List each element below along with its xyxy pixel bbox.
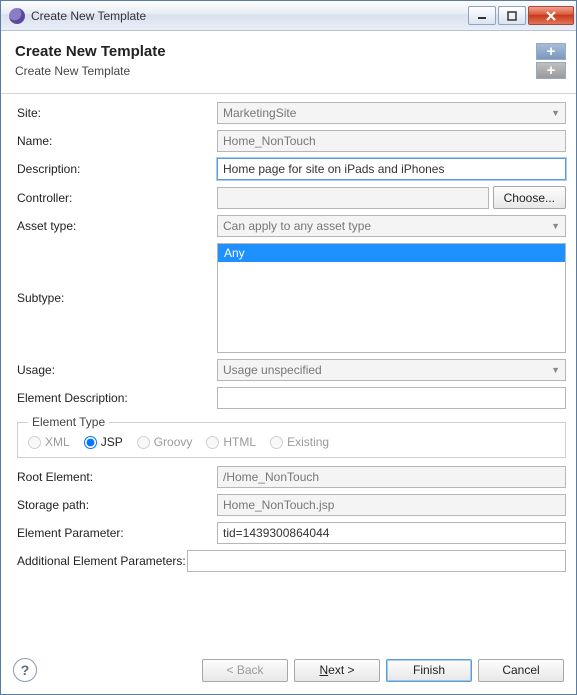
titlebar[interactable]: Create New Template bbox=[1, 1, 576, 31]
chevron-down-icon: ▼ bbox=[551, 221, 560, 231]
name-label: Name: bbox=[17, 134, 217, 148]
additional-params-label: Additional Element Parameters: bbox=[17, 554, 187, 568]
root-element-field[interactable] bbox=[217, 466, 566, 488]
element-parameter-field[interactable] bbox=[217, 522, 566, 544]
cancel-button[interactable]: Cancel bbox=[478, 659, 564, 682]
storage-path-label: Storage path: bbox=[17, 498, 217, 512]
radio-groovy[interactable]: Groovy bbox=[137, 435, 193, 449]
back-button[interactable]: < Back bbox=[202, 659, 288, 682]
asset-type-label: Asset type: bbox=[17, 219, 217, 233]
finish-button[interactable]: Finish bbox=[386, 659, 472, 682]
plus-icon: + bbox=[536, 43, 566, 60]
list-item[interactable]: Any bbox=[218, 244, 565, 262]
additional-params-field[interactable] bbox=[187, 550, 566, 572]
banner-heading: Create New Template bbox=[15, 43, 536, 60]
banner-icon: + + bbox=[536, 43, 566, 79]
choose-button[interactable]: Choose... bbox=[493, 186, 566, 209]
element-parameter-label: Element Parameter: bbox=[17, 526, 217, 540]
banner-subtext: Create New Template bbox=[15, 64, 536, 78]
site-value: MarketingSite bbox=[223, 106, 296, 120]
controller-field[interactable] bbox=[217, 187, 489, 209]
radio-jsp[interactable]: JSP bbox=[84, 435, 123, 449]
form-area: Site: MarketingSite ▼ Name: Description:… bbox=[1, 94, 576, 647]
maximize-button[interactable] bbox=[498, 6, 526, 25]
subtype-label: Subtype: bbox=[17, 243, 217, 305]
footer: ? < Back Next > Finish Cancel bbox=[1, 647, 576, 694]
element-description-field[interactable] bbox=[217, 387, 566, 409]
next-button[interactable]: Next > bbox=[294, 659, 380, 682]
element-description-label: Element Description: bbox=[17, 391, 217, 405]
description-label: Description: bbox=[17, 162, 217, 176]
chevron-down-icon: ▼ bbox=[551, 108, 560, 118]
close-button[interactable] bbox=[528, 6, 574, 25]
storage-path-field[interactable] bbox=[217, 494, 566, 516]
usage-label: Usage: bbox=[17, 363, 217, 377]
element-type-legend: Element Type bbox=[28, 415, 109, 429]
site-combo[interactable]: MarketingSite ▼ bbox=[217, 102, 566, 124]
asset-type-value: Can apply to any asset type bbox=[223, 219, 371, 233]
controller-label: Controller: bbox=[17, 191, 217, 205]
asset-type-combo[interactable]: Can apply to any asset type ▼ bbox=[217, 215, 566, 237]
window-title: Create New Template bbox=[31, 9, 468, 23]
radio-html[interactable]: HTML bbox=[206, 435, 256, 449]
plus-icon: + bbox=[536, 62, 566, 79]
root-element-label: Root Element: bbox=[17, 470, 217, 484]
radio-xml[interactable]: XML bbox=[28, 435, 70, 449]
minimize-button[interactable] bbox=[468, 6, 496, 25]
usage-combo[interactable]: Usage unspecified ▼ bbox=[217, 359, 566, 381]
name-field[interactable] bbox=[217, 130, 566, 152]
site-label: Site: bbox=[17, 106, 217, 120]
banner: Create New Template Create New Template … bbox=[1, 31, 576, 94]
usage-value: Usage unspecified bbox=[223, 363, 322, 377]
chevron-down-icon: ▼ bbox=[551, 365, 560, 375]
dialog-window: Create New Template Create New Template … bbox=[0, 0, 577, 695]
help-icon[interactable]: ? bbox=[13, 658, 37, 682]
app-icon bbox=[9, 8, 25, 24]
element-type-group: Element Type XML JSP Groovy HTML Existin… bbox=[17, 415, 566, 458]
description-field[interactable] bbox=[217, 158, 566, 180]
subtype-list[interactable]: Any bbox=[217, 243, 566, 353]
radio-existing[interactable]: Existing bbox=[270, 435, 329, 449]
